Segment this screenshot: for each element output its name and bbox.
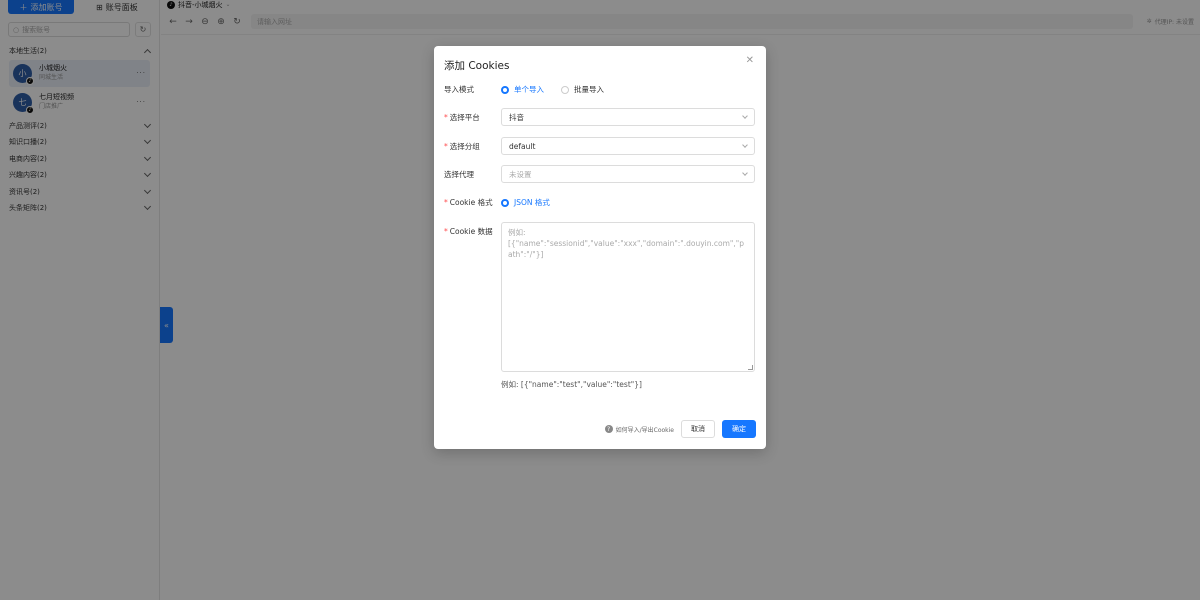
help-link[interactable]: ? 如何导入/导出Cookie (604, 425, 674, 434)
cookie-format-row: * Cookie 格式 JSON 格式 (444, 197, 567, 208)
cookie-format-label: * Cookie 格式 (444, 198, 493, 207)
radio-unchecked-icon (561, 85, 569, 94)
proxy-label: 选择代理 (444, 169, 474, 179)
import-mode-label: 导入模式 (444, 85, 474, 94)
cookie-placeholder: 例如: [{"name":"sessionid","value":"xxx","… (508, 228, 744, 259)
group-row: * 选择分组 default (444, 137, 755, 155)
confirm-button[interactable]: 确定 (722, 420, 756, 438)
proxy-select[interactable]: 未设置 (501, 165, 755, 183)
radio-json-format[interactable]: JSON 格式 (501, 197, 550, 208)
format-hint: 例如: [{"name":"test","value":"test"}] (501, 380, 642, 389)
platform-select[interactable]: 抖音 (501, 108, 755, 126)
proxy-row: 选择代理 未设置 (444, 165, 755, 183)
group-label: * 选择分组 (444, 141, 480, 151)
dialog-footer: ? 如何导入/导出Cookie 取消 确定 (604, 420, 756, 438)
close-icon[interactable]: ✕ (746, 55, 754, 66)
radio-checked-icon (501, 85, 509, 94)
cancel-button[interactable]: 取消 (681, 420, 715, 438)
import-mode-row: 导入模式 单个导入 批量导入 (444, 84, 621, 95)
cookie-data-textarea[interactable]: 例如: [{"name":"sessionid","value":"xxx","… (501, 222, 755, 372)
chevron-down-icon (742, 169, 748, 176)
radio-checked-icon (501, 198, 509, 207)
chevron-down-icon (742, 141, 748, 148)
resize-handle-icon[interactable] (748, 365, 753, 370)
chevron-down-icon (742, 112, 748, 119)
platform-row: * 选择平台 抖音 (444, 108, 755, 126)
dialog-title: 添加 Cookies (444, 60, 510, 72)
cookie-data-label: * Cookie 数据 (444, 227, 493, 236)
radio-batch-import[interactable]: 批量导入 (561, 84, 604, 95)
add-cookies-dialog: 添加 Cookies ✕ 导入模式 单个导入 批量导入 * 选择平台 抖音 * 选择… (434, 46, 766, 449)
platform-label: * 选择平台 (444, 112, 480, 122)
question-icon: ? (604, 425, 613, 433)
radio-single-import[interactable]: 单个导入 (501, 84, 544, 95)
cookie-data-label-row: * Cookie 数据 (444, 226, 501, 237)
group-select[interactable]: default (501, 137, 755, 155)
